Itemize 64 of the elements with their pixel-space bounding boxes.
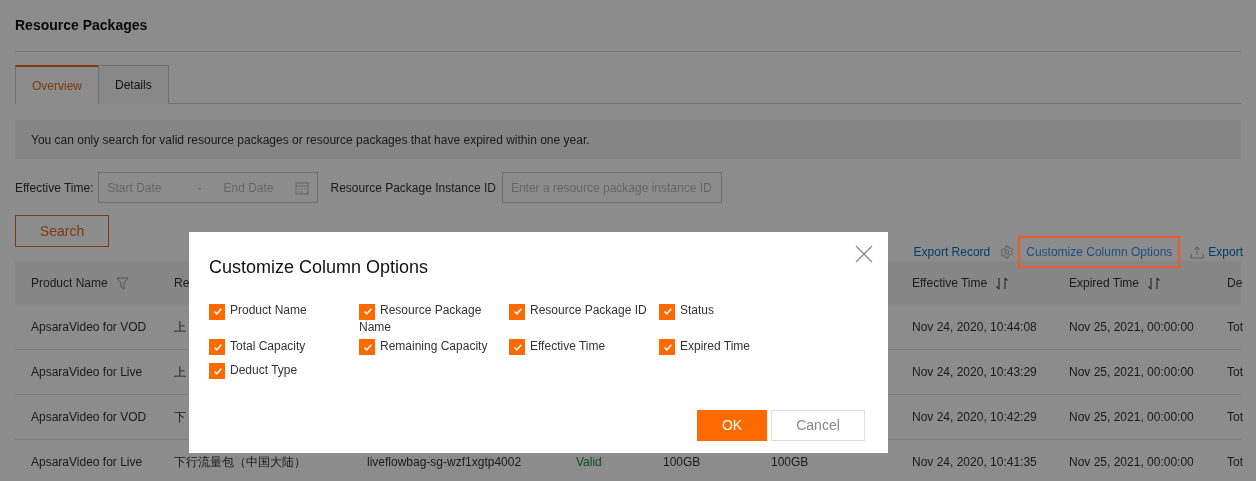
checkbox-option[interactable]: Effective Time <box>509 338 659 359</box>
search-button[interactable]: Search <box>15 215 109 247</box>
table-cell: Tot <box>1227 410 1243 424</box>
table-cell: Nov 25, 2021, 00:00:00 <box>1069 410 1194 424</box>
tab[interactable]: Overview <box>15 65 99 104</box>
sort-icon <box>1147 276 1162 290</box>
sort-icon <box>995 276 1010 290</box>
link[interactable]: Export Record <box>913 243 991 261</box>
cancel-button[interactable]: Cancel <box>771 410 865 441</box>
ok-button[interactable]: OK <box>697 410 767 441</box>
checkbox-option[interactable]: Product Name <box>209 303 359 335</box>
column-header[interactable]: De <box>1227 274 1243 292</box>
field-label: Effective Time: <box>15 179 94 197</box>
checkmark-icon <box>361 306 373 317</box>
table-cell: Tot <box>1227 320 1243 334</box>
field-label: Resource Package Instance ID <box>330 179 496 197</box>
table-cell: 下行流量包（中国大陆） <box>174 455 306 469</box>
table-cell: Nov 25, 2021, 00:00:00 <box>1069 455 1194 469</box>
table-cell: 下 <box>174 410 186 424</box>
table-cell: Valid <box>576 455 602 469</box>
notice-bar: You can only search for valid resource packages or resource packages that have expired within one year. <box>15 120 1241 159</box>
close-icon <box>854 244 874 264</box>
column-header[interactable]: Re <box>174 274 190 292</box>
tab[interactable]: Details <box>98 65 169 104</box>
table-cell: 上 <box>174 365 186 379</box>
checkmark-icon <box>211 306 223 317</box>
link[interactable]: Customize Column Options <box>1018 236 1181 268</box>
table-cell: ApsaraVideo for VOD <box>31 410 147 424</box>
checkbox-option[interactable]: Expired Time <box>659 338 809 359</box>
upload-icon <box>1190 245 1205 259</box>
table-cell: ApsaraVideo for Live <box>31 455 143 469</box>
column-header[interactable]: Expired Time <box>1069 274 1140 292</box>
table-cell: Nov 24, 2020, 10:44:08 <box>912 320 1037 334</box>
checkmark-icon <box>661 306 673 317</box>
table-cell: Tot <box>1227 455 1243 469</box>
table-cell: Tot <box>1227 365 1243 379</box>
table-cell: Nov 24, 2020, 10:43:29 <box>912 365 1037 379</box>
table-cell: ApsaraVideo for VOD <box>31 320 147 334</box>
table-cell: liveflowbag-sg-wzf1xgtp4002 <box>367 455 522 469</box>
page-title: Resource Packages <box>15 0 1241 52</box>
table-cell: 100GB <box>663 455 701 469</box>
range-separator: - <box>197 179 203 197</box>
checkbox-option[interactable]: Deduct Type <box>209 362 359 383</box>
filter-icon <box>115 276 129 290</box>
dialog-title: Customize Column Options <box>209 256 429 279</box>
checkbox-option[interactable]: Status <box>659 303 809 335</box>
checkbox-option[interactable]: Total Capacity <box>209 338 359 359</box>
settings-icon <box>1000 245 1015 259</box>
table-cell: Nov 24, 2020, 10:42:29 <box>912 410 1037 424</box>
calendar-icon <box>295 180 310 195</box>
checkbox-option[interactable]: Resource Package Name <box>359 303 509 335</box>
table-cell: ApsaraVideo for Live <box>31 365 143 379</box>
checkbox-option[interactable]: Resource Package ID <box>509 303 659 335</box>
column-header[interactable]: Effective Time <box>912 274 988 292</box>
table-cell: 100GB <box>771 455 809 469</box>
table-cell: 上 <box>174 320 186 334</box>
checkbox-option[interactable]: Remaining Capacity <box>359 338 509 359</box>
table-cell: Nov 24, 2020, 10:41:35 <box>912 455 1037 469</box>
table-cell: Nov 25, 2021, 00:00:00 <box>1069 320 1194 334</box>
column-header[interactable]: Product Name <box>31 274 108 292</box>
link[interactable]: Export <box>1208 243 1243 261</box>
table-cell: Nov 25, 2021, 00:00:00 <box>1069 365 1194 379</box>
close-button[interactable] <box>854 244 874 264</box>
checkmark-icon <box>511 306 523 317</box>
